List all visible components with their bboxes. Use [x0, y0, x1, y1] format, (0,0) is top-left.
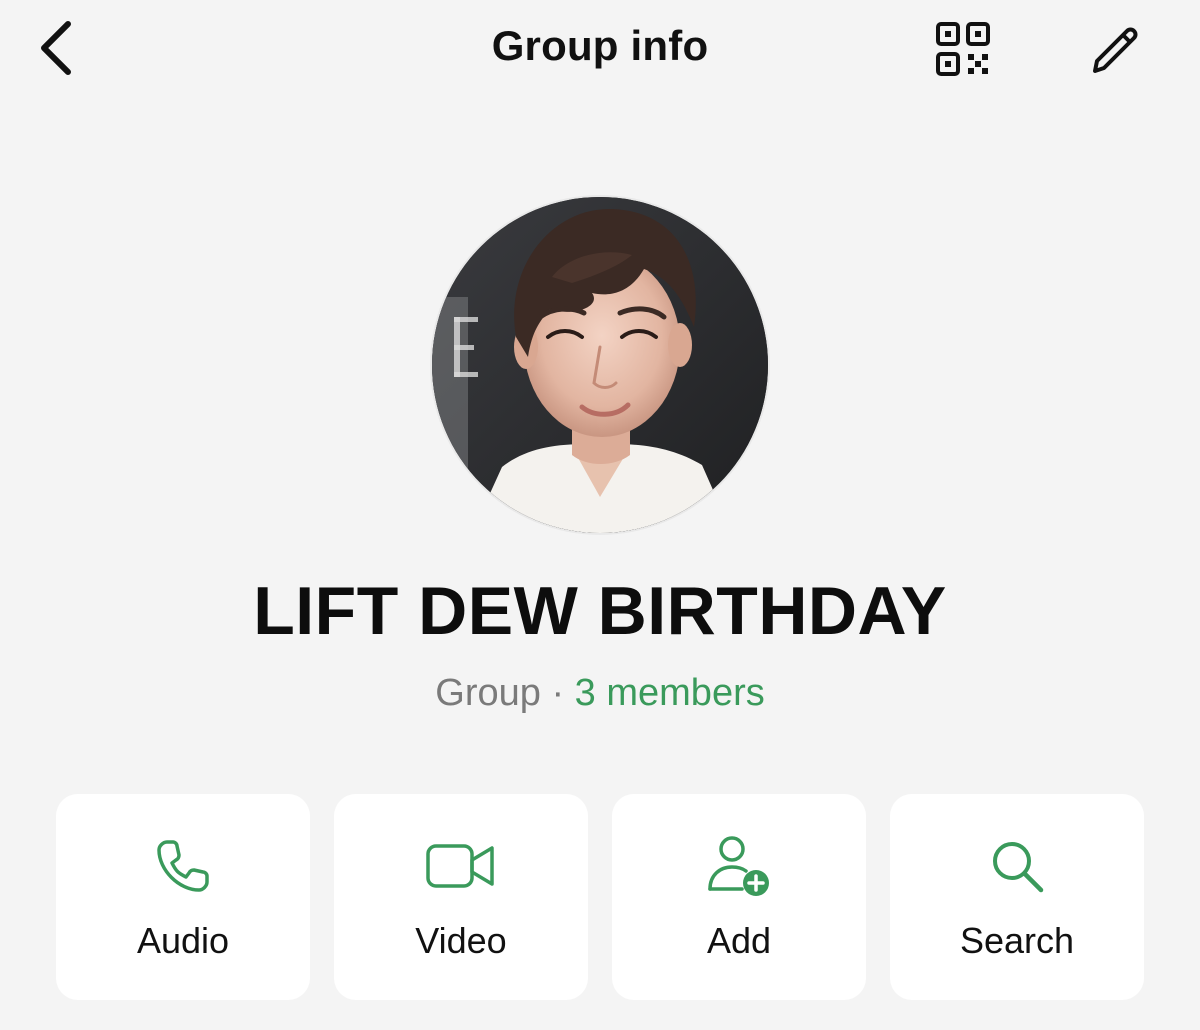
action-bar: Audio Video Add Search: [56, 794, 1146, 1000]
qr-code-button[interactable]: [930, 16, 996, 82]
video-call-button[interactable]: Video: [334, 794, 588, 1000]
search-label: Search: [959, 920, 1075, 961]
search-icon: [993, 842, 1044, 893]
audio-call-button[interactable]: Audio: [56, 794, 310, 1000]
avatar-photo: [432, 197, 768, 533]
page-title: Group info: [491, 22, 709, 69]
members-link[interactable]: 3 members: [575, 672, 765, 714]
video-label: Video: [415, 920, 507, 961]
video-camera-icon: [426, 844, 494, 888]
pencil-icon: [1093, 27, 1138, 73]
search-button[interactable]: Search: [890, 794, 1144, 1000]
add-icon-wrap: [612, 834, 866, 898]
video-icon-wrap: [334, 834, 588, 898]
qr-code-icon: [936, 22, 990, 76]
search-icon-wrap: [890, 834, 1144, 898]
add-person-icon: [708, 836, 769, 896]
phone-icon: [157, 840, 209, 892]
add-label: Add: [706, 920, 772, 961]
add-member-button[interactable]: Add: [612, 794, 866, 1000]
group-name: LIFT DEW BIRTHDAY: [253, 573, 947, 649]
audio-icon-wrap: [56, 834, 310, 898]
group-type-label: Group: [435, 672, 541, 714]
edit-button[interactable]: [1080, 16, 1146, 82]
audio-label: Audio: [136, 920, 230, 961]
top-bar: Group info: [0, 0, 1200, 100]
group-avatar[interactable]: [432, 197, 768, 533]
group-subtitle: Group · 3 members: [0, 672, 1200, 715]
subtitle-separator: ·: [540, 672, 575, 714]
